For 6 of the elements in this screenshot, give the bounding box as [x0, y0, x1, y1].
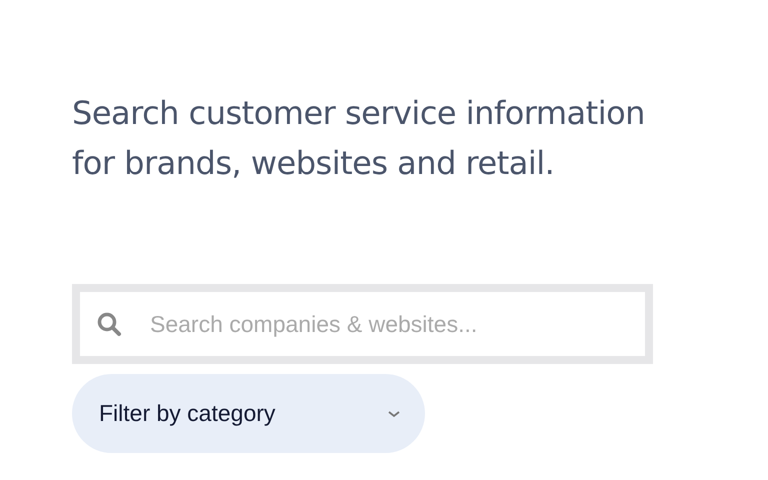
search-field[interactable]: Search companies & websites...	[150, 310, 620, 338]
search-box[interactable]: Search companies & websites...	[72, 284, 653, 364]
category-filter-dropdown[interactable]: Filter by category	[72, 374, 425, 453]
chevron-icon	[387, 408, 401, 418]
search-icon	[96, 311, 122, 337]
subtitle: Search customer service information for brands, websites and retail.	[72, 93, 646, 184]
